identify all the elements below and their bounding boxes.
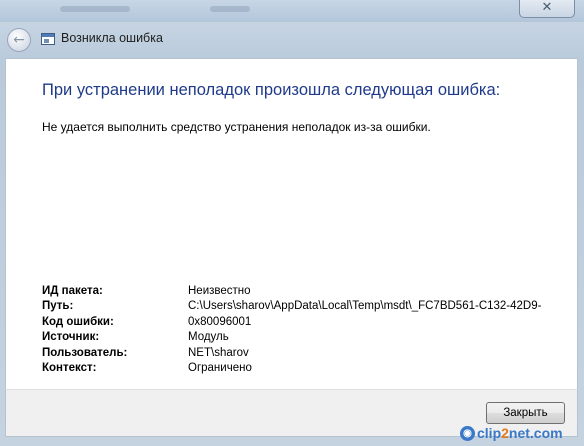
watermark: ◉ clip2net.com <box>460 425 563 441</box>
detail-label: Источник: <box>42 331 100 344</box>
detail-label: Код ошибки: <box>42 315 114 328</box>
detail-value: C:\Users\sharov\AppData\Local\Temp\msdt\… <box>188 300 542 313</box>
detail-value: Модуль <box>188 331 229 344</box>
watermark-text: clip2net.com <box>477 425 563 441</box>
close-icon: ✕ <box>541 0 553 15</box>
error-details: ИД пакета: Неизвестно Путь: C:\Users\sha… <box>42 284 568 376</box>
detail-row-path: Путь: C:\Users\sharov\AppData\Local\Temp… <box>42 299 568 314</box>
detail-row-source: Источник: Модуль <box>42 330 568 345</box>
window-title-bar: ✕ <box>0 0 584 22</box>
blurred-text <box>60 6 130 12</box>
error-message: Не удается выполнить средство устранения… <box>42 120 431 134</box>
watermark-logo-icon: ◉ <box>460 425 475 441</box>
detail-label: ИД пакета: <box>42 285 103 297</box>
detail-value: NET\sharov <box>188 346 249 359</box>
error-heading: При устранении неполадок произошла следу… <box>42 81 501 99</box>
detail-value: 0x80096001 <box>188 315 252 328</box>
close-button[interactable]: Закрыть <box>486 402 565 424</box>
back-button[interactable]: ← <box>7 28 31 52</box>
detail-row-package-id: ИД пакета: Неизвестно <box>42 284 568 299</box>
detail-row-error-code: Код ошибки: 0x80096001 <box>42 315 568 330</box>
detail-row-context: Контекст: Ограничено <box>42 361 568 376</box>
window-close-button[interactable]: ✕ <box>519 0 575 18</box>
back-arrow-icon: ← <box>13 32 25 48</box>
detail-row-user: Пользователь: NET\sharov <box>42 346 568 361</box>
detail-label: Пользователь: <box>42 346 128 359</box>
detail-value: Ограничено <box>188 362 252 375</box>
dialog-title: Возникла ошибка <box>61 31 163 45</box>
navigation-bar: ← Возникла ошибка <box>0 22 584 58</box>
window-icon <box>41 33 55 45</box>
detail-label: Контекст: <box>42 362 97 375</box>
content-panel: При устранении неполадок произошла следу… <box>5 58 578 389</box>
detail-label: Путь: <box>42 300 74 313</box>
blurred-text <box>210 6 250 12</box>
detail-value: Неизвестно <box>188 285 251 297</box>
